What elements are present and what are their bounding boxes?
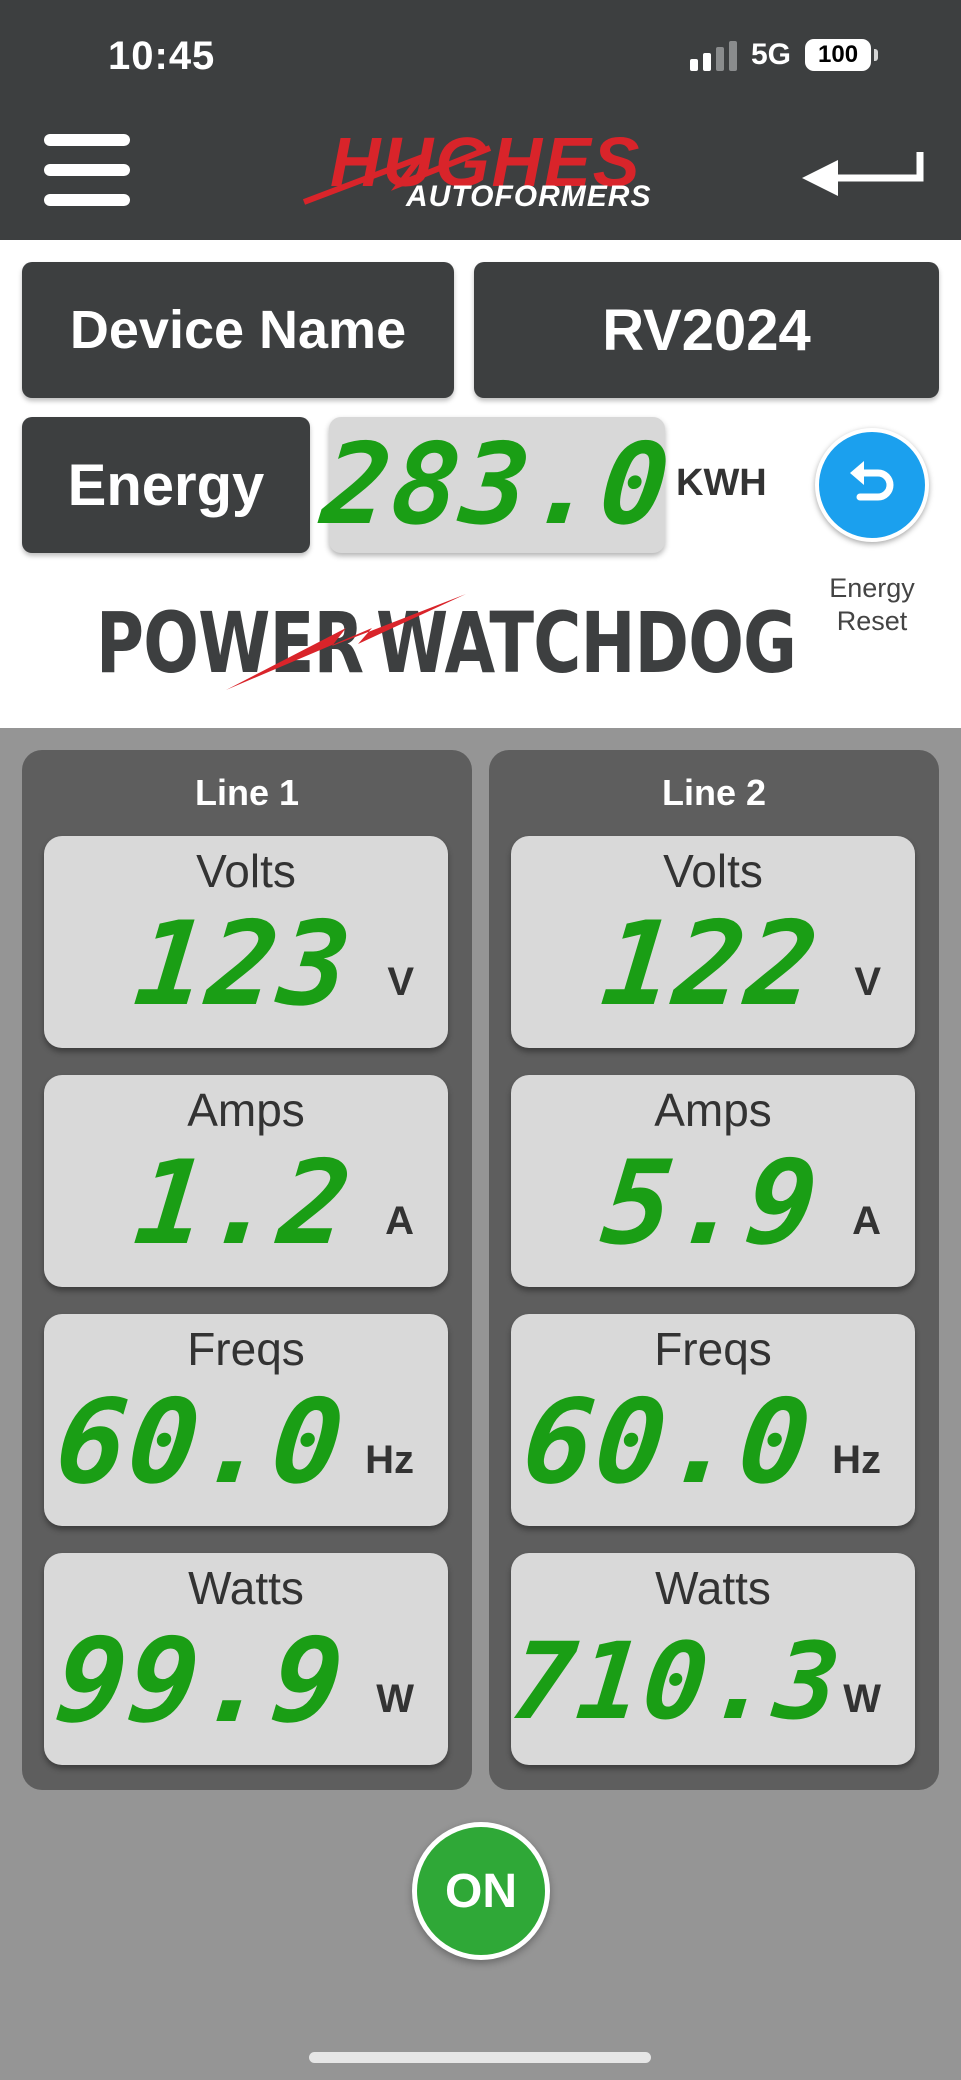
battery-level: 100 <box>818 41 859 68</box>
hughes-autoformers-logo: HUGHES AUTOFORMERS <box>300 123 670 218</box>
line-2-freqs: Freqs 60.0 Hz <box>511 1314 915 1526</box>
energy-display: 283.0 <box>317 417 677 553</box>
reading-label: Amps <box>187 1084 305 1136</box>
reading-unit: Hz <box>365 1438 414 1482</box>
status-indicators: 5G 100 <box>690 38 879 72</box>
reading-unit: W <box>843 1677 881 1721</box>
energy-label: Energy <box>22 417 310 553</box>
energy-unit: KWH <box>676 462 767 504</box>
home-indicator[interactable] <box>309 2052 651 2063</box>
status-time: 10:45 <box>108 34 216 78</box>
energy-reset-label: Energy Reset <box>808 572 936 638</box>
reading-value: 1.2 <box>129 1136 360 1271</box>
reading-unit: V <box>854 960 881 1004</box>
reading-value: 60.0 <box>49 1375 352 1510</box>
line-1-volts: Volts 123 V <box>44 836 448 1048</box>
line-1-watts: Watts 99.9 W <box>44 1553 448 1765</box>
undo-icon <box>850 461 894 501</box>
logo-sub-text: AUTOFORMERS <box>406 180 652 213</box>
reading-value: 710.3 <box>505 1620 848 1743</box>
device-name-value[interactable]: RV2024 <box>474 262 939 398</box>
reading-unit: A <box>385 1199 414 1243</box>
device-info-section: Device Name RV2024 Energy 283.0 KWH Ener… <box>0 240 961 728</box>
reading-value: 122 <box>596 897 827 1032</box>
line-1-panel: Line 1 Volts 123 V Amps 1.2 A Freqs 60.0… <box>22 750 472 1790</box>
reading-label: Amps <box>654 1084 772 1136</box>
line-2-amps: Amps 5.9 A <box>511 1075 915 1287</box>
reading-label: Watts <box>188 1562 304 1614</box>
power-watchdog-logo: POWER WATCHDOG <box>96 588 797 698</box>
line-2-watts: Watts 710.3 W <box>505 1553 915 1765</box>
power-on-button[interactable]: ON <box>412 1822 550 1960</box>
reading-label: Freqs <box>187 1323 305 1375</box>
energy-value: 283.0 <box>316 420 678 550</box>
network-type: 5G <box>751 38 792 71</box>
hamburger-icon[interactable] <box>44 130 134 210</box>
reading-unit: V <box>387 960 414 1004</box>
back-arrow-icon[interactable] <box>798 148 928 198</box>
reading-label: Watts <box>655 1562 771 1614</box>
energy-reset-button[interactable] <box>815 428 929 542</box>
reset-label-line2: Reset <box>836 606 908 636</box>
lightning-bolt-icon <box>226 594 466 690</box>
app-header: 10:45 5G 100 HUGHES AUTOFORMERS <box>0 0 961 240</box>
reset-label-line1: Energy <box>829 573 915 603</box>
line-2-volts: Volts 122 V <box>511 836 915 1048</box>
line-1-amps: Amps 1.2 A <box>44 1075 448 1287</box>
reading-value: 99.9 <box>49 1614 352 1749</box>
line-1-freqs: Freqs 60.0 Hz <box>44 1314 448 1526</box>
line-1-title: Line 1 <box>194 772 300 813</box>
reading-unit: Hz <box>832 1438 881 1482</box>
signal-icon <box>690 39 737 71</box>
reading-value: 123 <box>129 897 360 1032</box>
reading-label: Freqs <box>654 1323 772 1375</box>
reading-value: 60.0 <box>516 1375 819 1510</box>
reading-label: Volts <box>196 845 296 897</box>
battery-icon: 100 <box>805 39 879 71</box>
line-2-panel: Line 2 Volts 122 V Amps 5.9 A Freqs 60.0… <box>489 750 939 1790</box>
device-name-label: Device Name <box>22 262 454 398</box>
reading-label: Volts <box>663 845 763 897</box>
line-2-title: Line 2 <box>661 772 767 813</box>
reading-unit: A <box>852 1199 881 1243</box>
reading-value: 5.9 <box>596 1136 827 1271</box>
reading-unit: W <box>376 1677 414 1721</box>
